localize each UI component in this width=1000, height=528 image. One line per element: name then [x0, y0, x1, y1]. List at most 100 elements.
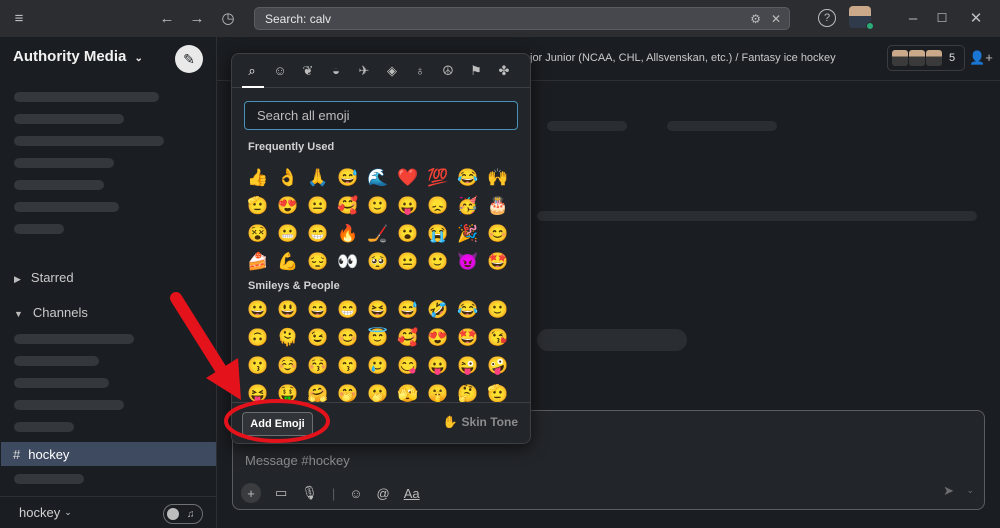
emoji-cell[interactable]: 😛	[423, 352, 453, 380]
microphone-icon[interactable]: 🎙	[301, 485, 318, 501]
mention-icon[interactable]: @	[376, 486, 389, 501]
channel-item[interactable]	[14, 474, 84, 484]
hamburger-icon[interactable]: ≡	[9, 8, 29, 28]
filter-icon[interactable]: ⚙	[750, 12, 761, 26]
emoji-cell[interactable]: 😈	[453, 248, 483, 276]
emoji-cell[interactable]: 💯	[423, 164, 453, 192]
formatting-icon[interactable]: Aa	[404, 486, 420, 501]
emoji-cell[interactable]: 😍	[423, 324, 453, 352]
emoji-cell[interactable]: 🙃	[243, 324, 273, 352]
sidebar-item[interactable]	[14, 202, 119, 212]
sidebar-item[interactable]	[14, 136, 164, 146]
emoji-cell[interactable]: 😅	[393, 296, 423, 324]
message-input[interactable]: Message #hockey	[245, 453, 350, 468]
emoji-cell[interactable]: ❤️	[393, 164, 423, 192]
huddle-channel-label[interactable]: hockey	[19, 505, 60, 520]
sidebar-item[interactable]	[14, 158, 114, 168]
emoji-cell[interactable]: 🤩	[453, 324, 483, 352]
emoji-cell[interactable]: 🤪	[483, 352, 513, 380]
sidebar-item[interactable]	[14, 114, 124, 124]
emoji-cell[interactable]: 🙂	[423, 248, 453, 276]
add-member-icon[interactable]: 👤+	[969, 47, 993, 69]
emoji-cell[interactable]: 😬	[273, 220, 303, 248]
lightbulb-icon[interactable]: ♁	[410, 61, 430, 81]
emoji-cell[interactable]: 🙂	[483, 296, 513, 324]
search-input[interactable]: Search: calv ⚙ ✕	[254, 7, 790, 30]
emoji-cell[interactable]: 👌	[273, 164, 303, 192]
emoji-cell[interactable]: 😛	[393, 192, 423, 220]
section-starred[interactable]: ▶ Starred	[14, 270, 74, 285]
emoji-cell[interactable]: 😘	[483, 324, 513, 352]
sidebar-item[interactable]	[14, 224, 64, 234]
emoji-icon[interactable]: ☺	[349, 486, 362, 501]
emoji-cell[interactable]: 😔	[303, 248, 333, 276]
emoji-cell[interactable]: 👀	[333, 248, 363, 276]
compose-button[interactable]: ✎	[175, 45, 203, 73]
emoji-cell[interactable]: 🫡	[243, 192, 273, 220]
member-list-button[interactable]: 5	[887, 45, 965, 71]
channel-item[interactable]	[14, 400, 124, 410]
emoji-cell[interactable]: 😅	[333, 164, 363, 192]
forward-arrow-icon[interactable]: →	[187, 8, 207, 28]
emoji-cell[interactable]: 🍰	[243, 248, 273, 276]
emoji-cell[interactable]: 😋	[393, 352, 423, 380]
emoji-cell[interactable]: 😍	[273, 192, 303, 220]
emoji-cell[interactable]: 🥰	[333, 192, 363, 220]
sidebar-item[interactable]	[14, 180, 104, 190]
emoji-cell[interactable]: 👍	[243, 164, 273, 192]
emoji-cell[interactable]: 😞	[423, 192, 453, 220]
emoji-cell[interactable]: 😁	[333, 296, 363, 324]
channel-topic[interactable]: jor Junior (NCAA, CHL, Allsvenskan, etc.…	[530, 52, 836, 64]
maximize-icon[interactable]: ☐	[932, 8, 952, 28]
emoji-cell[interactable]: 😮	[393, 220, 423, 248]
emoji-cell[interactable]: 🫠	[273, 324, 303, 352]
search-icon[interactable]: ⌕	[242, 61, 262, 81]
send-icon[interactable]: ➤	[943, 483, 954, 499]
emoji-cell[interactable]: 🥰	[393, 324, 423, 352]
emoji-cell[interactable]: 🎂	[483, 192, 513, 220]
emoji-cell[interactable]: 😊	[333, 324, 363, 352]
add-emoji-button[interactable]: Add Emoji	[242, 412, 313, 436]
emoji-cell[interactable]: 🥳	[453, 192, 483, 220]
emoji-cell[interactable]: 😀	[243, 296, 273, 324]
close-icon[interactable]: ✕	[771, 12, 781, 26]
plus-icon[interactable]: +	[241, 483, 261, 503]
emoji-cell[interactable]: 💪	[273, 248, 303, 276]
emoji-cell[interactable]: 😚	[303, 352, 333, 380]
emoji-cell[interactable]: 🤩	[483, 248, 513, 276]
emoji-cell[interactable]: 😇	[363, 324, 393, 352]
skin-tone-button[interactable]: ✋ Skin Tone	[443, 415, 518, 429]
peace-icon[interactable]: ☮	[438, 61, 458, 81]
emoji-cell[interactable]: 😗	[243, 352, 273, 380]
workspace-name[interactable]: Authority Media ⌄	[13, 48, 143, 65]
emoji-cell[interactable]: 🙂	[363, 192, 393, 220]
emoji-cell[interactable]: 🥲	[363, 352, 393, 380]
burger-icon[interactable]: ◒	[326, 61, 346, 81]
huddle-toggle[interactable]: ♫	[163, 504, 203, 524]
emoji-cell[interactable]: 😆	[363, 296, 393, 324]
back-arrow-icon[interactable]: ←	[157, 8, 177, 28]
emoji-cell[interactable]: 😂	[453, 296, 483, 324]
emoji-cell[interactable]: 😁	[303, 220, 333, 248]
emoji-cell[interactable]: 😐	[393, 248, 423, 276]
emoji-cell[interactable]: 🤣	[423, 296, 453, 324]
emoji-cell[interactable]: 😵	[243, 220, 273, 248]
chevron-down-icon[interactable]: ⌄	[966, 485, 974, 496]
emoji-cell[interactable]: 😙	[333, 352, 363, 380]
smiley-icon[interactable]: ☺	[270, 61, 290, 81]
emoji-cell[interactable]: 😉	[303, 324, 333, 352]
slack-icon[interactable]: ✤	[494, 61, 514, 81]
emoji-cell[interactable]: 🙌	[483, 164, 513, 192]
minimize-icon[interactable]: –	[903, 8, 923, 28]
emoji-cell[interactable]: ☺️	[273, 352, 303, 380]
emoji-cell[interactable]: 🔥	[333, 220, 363, 248]
window-close-icon[interactable]: ✕	[966, 8, 986, 28]
flag-icon[interactable]: ⚑	[466, 61, 486, 81]
plane-icon[interactable]: ✈	[354, 61, 374, 81]
emoji-cell[interactable]: 😃	[273, 296, 303, 324]
emoji-cell[interactable]: 😄	[303, 296, 333, 324]
channel-item[interactable]	[14, 356, 99, 366]
emoji-cell[interactable]: 🥺	[363, 248, 393, 276]
emoji-search-input[interactable]: Search all emoji	[244, 101, 518, 130]
channel-item[interactable]	[14, 378, 109, 388]
